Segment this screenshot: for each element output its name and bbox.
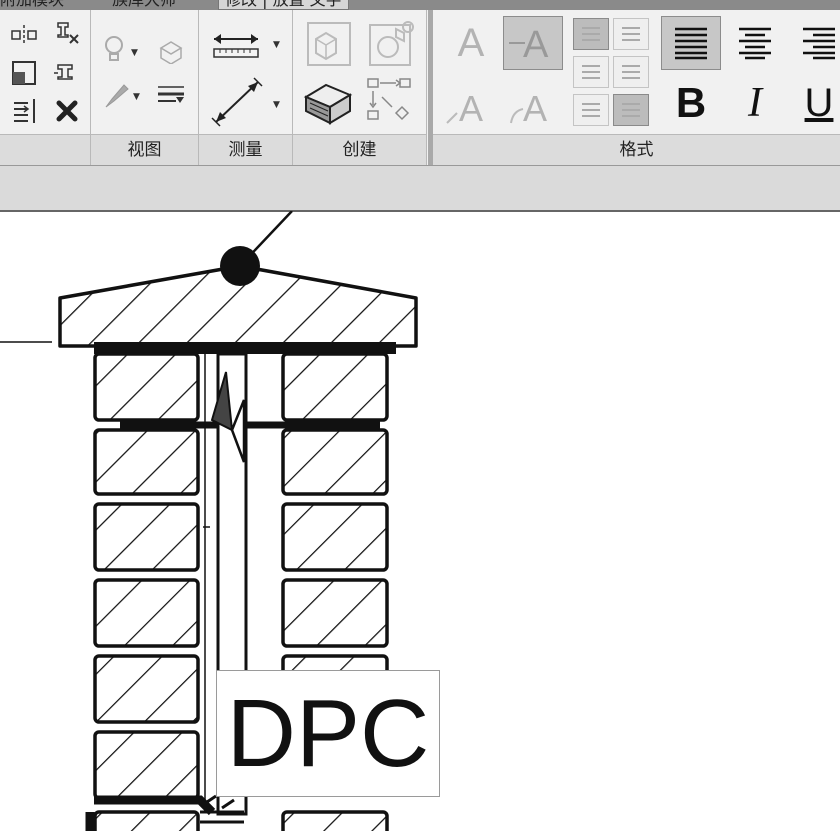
leader-middle-left-button[interactable] [573, 56, 609, 88]
leader-top-left-button[interactable] [573, 18, 609, 50]
panel-measure-label: 测量 [199, 134, 292, 165]
leader-top-right-button[interactable] [613, 18, 649, 50]
panel-modify [0, 10, 91, 165]
create-similar-icon[interactable] [365, 76, 417, 130]
tab-add-ins[interactable]: 附加模块 [0, 0, 64, 9]
array-icon[interactable] [8, 96, 42, 126]
options-bar [0, 165, 840, 212]
text-angled-leader-button[interactable]: A [441, 78, 501, 132]
leader-bottom-right-button[interactable] [613, 94, 649, 126]
panel-view-label: 视图 [91, 134, 198, 165]
leader-bottom-left-button[interactable] [573, 94, 609, 126]
text-note-label: DPC [226, 679, 430, 787]
create-part-icon[interactable] [303, 18, 355, 70]
measure-between-icon[interactable] [209, 76, 265, 128]
panel-create: 创建 [293, 10, 427, 165]
text-straight-leader-button[interactable]: A [503, 16, 563, 70]
leader-dot-icon [220, 246, 260, 286]
lightbulb-icon[interactable] [101, 34, 127, 66]
text-no-leader-button[interactable]: A [441, 16, 501, 70]
create-group-icon[interactable] [365, 18, 417, 70]
italic-label: I [748, 80, 762, 126]
text-no-leader-icon: A [457, 20, 485, 65]
panel-modify-label [0, 134, 90, 165]
align-center-button[interactable] [725, 16, 785, 70]
ribbon-tab-strip: 附加模块 族库大师 修改 | 放置 文字 [0, 0, 840, 10]
lightbulb-dropdown-icon[interactable]: ▼ [131, 48, 138, 58]
text-note-dpc[interactable]: DPC [216, 670, 440, 797]
render-icon[interactable] [153, 34, 189, 66]
svg-text:A: A [459, 88, 483, 127]
aligned-dimension-icon[interactable] [209, 26, 263, 66]
unpin-icon[interactable] [50, 18, 84, 48]
ribbon: ▼ ▼ 视图 ▼ ▼ 测量 创建 A A A A B I U 格式 [0, 10, 840, 165]
align-left-button[interactable] [661, 16, 721, 70]
text-arc-leader-icon: A [510, 88, 547, 127]
align-center-icon [739, 27, 771, 60]
panel-format-label: 格式 [433, 134, 840, 165]
leader-middle-right-button[interactable] [613, 56, 649, 88]
measure-dropdown-icon[interactable]: ▼ [273, 100, 280, 110]
underline-button[interactable]: U [789, 76, 840, 130]
cap-plate [94, 342, 396, 354]
scale-icon[interactable] [8, 58, 42, 88]
tab-family-library[interactable]: 族库大师 [112, 0, 176, 9]
panel-view: ▼ ▼ 视图 [91, 10, 199, 165]
paint-icon[interactable] [101, 80, 131, 112]
pin-icon[interactable] [50, 58, 84, 88]
align-icon[interactable] [8, 20, 42, 50]
create-assembly-icon[interactable] [299, 76, 359, 130]
text-straight-leader-icon: A [509, 24, 549, 65]
bold-label: B [675, 79, 707, 126]
italic-button[interactable]: I [725, 76, 785, 130]
underline-label: U [804, 80, 834, 125]
aligned-dimension-dropdown-icon[interactable]: ▼ [273, 40, 280, 50]
tab-modify-place-text[interactable]: 修改 | 放置 文字 [218, 0, 349, 10]
svg-text:A: A [523, 24, 549, 65]
panel-format: A A A A B I U 格式 [433, 10, 840, 165]
panel-create-label: 创建 [293, 134, 426, 165]
paint-dropdown-icon[interactable]: ▼ [133, 92, 140, 102]
text-arc-leader-button[interactable]: A [503, 78, 563, 132]
svg-text:A: A [523, 88, 547, 127]
line-weight-icon[interactable] [153, 80, 189, 112]
align-right-button[interactable] [789, 16, 840, 70]
delete-icon[interactable] [50, 96, 84, 126]
panel-measure: ▼ ▼ 测量 [199, 10, 293, 165]
align-right-icon [803, 27, 835, 60]
align-left-icon [675, 27, 707, 60]
bold-button[interactable]: B [661, 76, 721, 130]
text-angled-leader-icon: A [446, 88, 483, 127]
